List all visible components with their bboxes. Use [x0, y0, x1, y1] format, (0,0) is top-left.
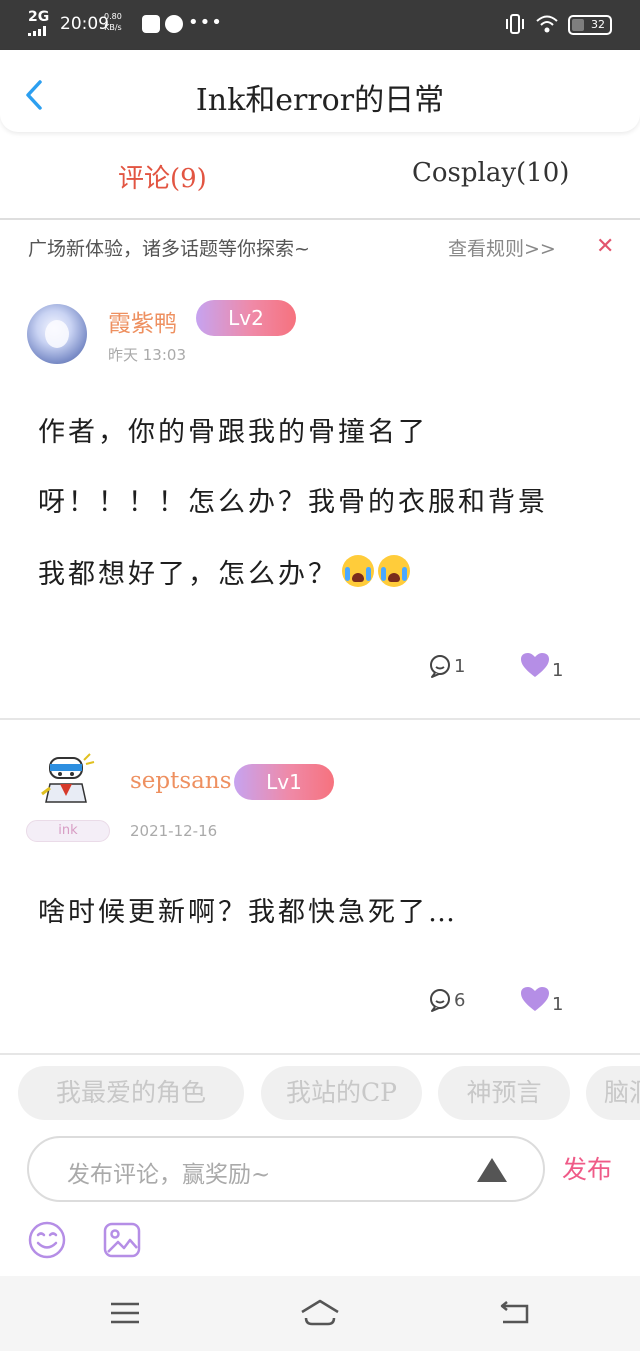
- battery-icon: 32: [568, 15, 612, 35]
- chat-bubble-icon: [430, 989, 450, 1012]
- like-button[interactable]: 1: [520, 982, 563, 1015]
- battery-level-fill: [572, 19, 584, 31]
- video-app-icon: [165, 15, 183, 33]
- comment-input-placeholder: 发布评论，赢奖励~: [67, 1162, 271, 1188]
- more-notifications-icon: •••: [188, 12, 223, 33]
- page-header: Ink和error的日常: [0, 50, 640, 132]
- signal-icon: [28, 26, 46, 36]
- comment-item: ink septsans Lv1 2021-12-16 啥时候更新啊？我都快急死…: [0, 722, 640, 1055]
- crying-emoji-icon: [342, 555, 374, 587]
- page-title: Ink和error的日常: [195, 83, 445, 118]
- menu-icon[interactable]: [107, 1298, 143, 1328]
- comment-username[interactable]: septsans: [130, 768, 232, 794]
- reply-button[interactable]: 1: [428, 654, 465, 678]
- comment-input[interactable]: 发布评论，赢奖励~: [27, 1136, 545, 1202]
- publish-button[interactable]: 发布: [562, 1150, 612, 1186]
- topic-chip[interactable]: 脑洞: [586, 1066, 640, 1120]
- like-button[interactable]: 1: [520, 648, 563, 681]
- close-icon[interactable]: ✕: [596, 234, 614, 259]
- back-icon[interactable]: [497, 1298, 533, 1328]
- system-navigation-bar: [0, 1276, 640, 1351]
- network-speed: 0.80 KB/s: [104, 11, 122, 33]
- heart-icon: [521, 652, 549, 677]
- comment-item: 霞紫鸭 Lv2 昨天 13:03 作者，你的骨跟我的骨撞名了 呀！！！！怎么办？…: [0, 272, 640, 720]
- comment-time: 昨天 13:03: [108, 346, 186, 364]
- comment-username[interactable]: 霞紫鸭: [108, 304, 177, 338]
- chat-bubble-icon: [430, 655, 450, 678]
- message-app-icon: [142, 15, 160, 33]
- battery-level: 32: [591, 18, 605, 31]
- comment-text-line: 啥时候更新啊？我都快急死了…: [38, 897, 458, 928]
- view-rules-link[interactable]: 查看规则>>: [448, 234, 556, 261]
- wifi-icon: [536, 15, 558, 33]
- notice-bar: 广场新体验，诸多话题等你探索~ 查看规则>> ✕: [0, 222, 640, 272]
- level-badge: Lv1: [234, 764, 334, 800]
- status-bar: 2G 20:09 0.80 KB/s ••• 32: [0, 0, 640, 50]
- comment-time: 2021-12-16: [130, 822, 218, 840]
- tab-cosplay[interactable]: Cosplay(10): [412, 158, 569, 188]
- comment-text-line: 呀！！！！怎么办？我骨的衣服和背景: [38, 487, 548, 518]
- reply-count: 1: [454, 655, 466, 677]
- network-type: 2G: [28, 9, 50, 25]
- network-speed-unit: KB/s: [104, 23, 122, 32]
- composer-tools: [0, 1208, 640, 1276]
- reply-button[interactable]: 6: [428, 988, 465, 1012]
- avatar[interactable]: [27, 304, 87, 364]
- tab-comments[interactable]: 评论(9): [118, 158, 207, 195]
- like-count: 1: [552, 994, 564, 1015]
- vibrate-icon: [506, 14, 524, 34]
- comment-text-line-with-emoji: 我都想好了，怎么办？: [38, 552, 410, 591]
- heart-icon: [521, 986, 549, 1011]
- crying-emoji-icon: [378, 555, 410, 587]
- like-count: 1: [552, 660, 564, 681]
- expand-triangle-icon[interactable]: [477, 1158, 507, 1182]
- user-badge: ink: [26, 820, 110, 842]
- topic-chip[interactable]: 我最爱的角色: [18, 1066, 244, 1120]
- image-icon[interactable]: [102, 1220, 142, 1260]
- comment-text-line: 作者，你的骨跟我的骨撞名了: [38, 417, 428, 448]
- network-speed-value: 0.80: [104, 12, 122, 21]
- notice-text: 广场新体验，诸多话题等你探索~: [28, 238, 310, 260]
- home-icon[interactable]: [298, 1298, 342, 1328]
- comment-text-line: 我都想好了，怎么办？: [38, 559, 338, 590]
- topic-chip[interactable]: 神预言: [438, 1066, 570, 1120]
- tab-bar: 评论(9) Cosplay(10): [0, 140, 640, 220]
- avatar[interactable]: [36, 750, 98, 812]
- topic-chip-row: 我最爱的角色 我站的CP 神预言 脑洞: [0, 1056, 640, 1128]
- reply-count: 6: [454, 989, 466, 1011]
- smiley-icon[interactable]: [27, 1220, 67, 1260]
- level-badge: Lv2: [196, 300, 296, 336]
- topic-chip[interactable]: 我站的CP: [261, 1066, 422, 1120]
- comment-composer: 发布评论，赢奖励~ 发布: [0, 1128, 640, 1208]
- status-time: 20:09: [60, 14, 109, 34]
